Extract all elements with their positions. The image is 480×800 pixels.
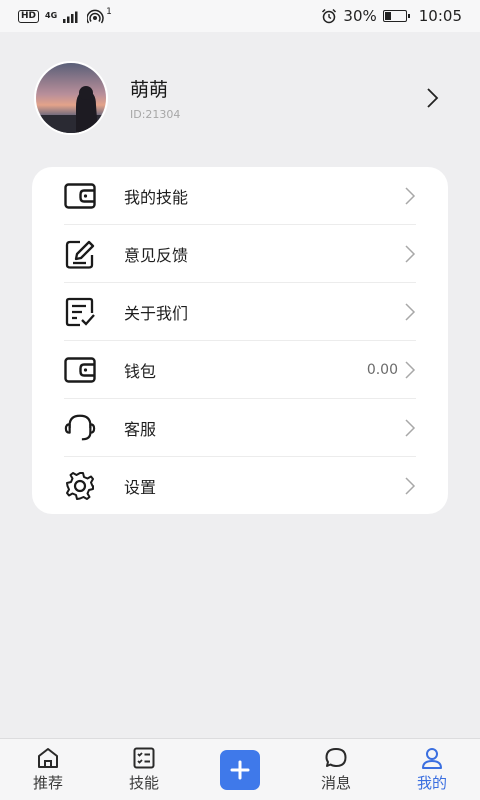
network-type-top: 4G [45,11,58,20]
nav-item-mine[interactable]: 我的 [384,739,480,800]
avatar[interactable] [34,61,108,135]
battery-icon [382,10,410,22]
menu-item-label: 客服 [124,419,157,439]
menu-item-customer-service[interactable]: 客服 [64,399,416,457]
hd-badge: HD [18,9,40,23]
document-check-icon [64,296,96,328]
chevron-right-icon [405,360,416,379]
status-bar: HD 4G 1 30% 10:05 [0,0,480,32]
menu-item-label: 钱包 [124,361,157,381]
nav-item-add[interactable] [192,739,288,800]
list-icon [133,747,155,769]
battery-percent: 30% [343,7,377,25]
status-time: 10:05 [418,7,462,25]
gear-icon [64,470,96,502]
alarm-icon [322,8,337,24]
chat-icon [325,748,347,767]
home-icon [38,748,58,768]
profile-header[interactable]: 萌萌 ID:21304 [34,61,454,135]
network-type: 4G [45,12,57,20]
feedback-edit-icon [64,238,96,270]
chevron-right-icon [405,186,416,205]
add-button[interactable] [220,749,260,790]
menu-item-settings[interactable]: 设置 [64,457,416,515]
status-right: 30% 10:05 [321,7,462,25]
status-left: HD 4G 1 [18,7,112,24]
profile-id: ID:21304 [130,108,181,121]
profile-name: 萌萌 [130,79,169,101]
menu-item-wallet[interactable]: 钱包 0.00 [64,341,416,399]
chevron-right-icon[interactable] [424,86,440,110]
menu-item-label: 我的技能 [124,187,189,207]
chevron-right-icon [405,418,416,437]
menu-card: 我的技能 意见反馈 关于我们 钱包 0.00 客服 设置 [32,167,448,514]
user-icon [422,748,442,769]
nav-item-label: 消息 [320,774,351,792]
signal-icon [63,11,78,23]
nav-item-label: 推荐 [32,774,63,792]
chevron-right-icon [405,302,416,321]
wallet-icon [64,354,96,386]
nav-item-label: 我的 [416,774,447,792]
nav-item-skills[interactable]: 技能 [96,739,192,800]
chevron-right-icon [405,244,416,263]
chevron-right-icon [405,477,416,495]
menu-item-feedback[interactable]: 意见反馈 [64,225,416,283]
menu-item-label: 关于我们 [124,303,189,323]
menu-item-label: 意见反馈 [124,245,189,265]
wallet-icon [64,180,96,212]
profile-text: 萌萌 ID:21304 [130,75,424,121]
nav-item-messages[interactable]: 消息 [288,739,384,800]
menu-item-about-us[interactable]: 关于我们 [64,283,416,341]
bottom-nav: 推荐 技能 消息 我的 [0,738,480,800]
avatar-image [36,63,106,133]
wallet-balance: 0.00 [366,361,398,378]
nav-item-recommend[interactable]: 推荐 [0,739,96,800]
plus-icon [230,760,250,779]
hotspot-count: 1 [106,7,112,17]
hotspot-icon [87,9,104,24]
menu-item-my-skills[interactable]: 我的技能 [64,167,416,225]
headset-icon [64,412,96,444]
nav-item-label: 技能 [128,774,159,792]
menu-item-label: 设置 [124,478,157,497]
